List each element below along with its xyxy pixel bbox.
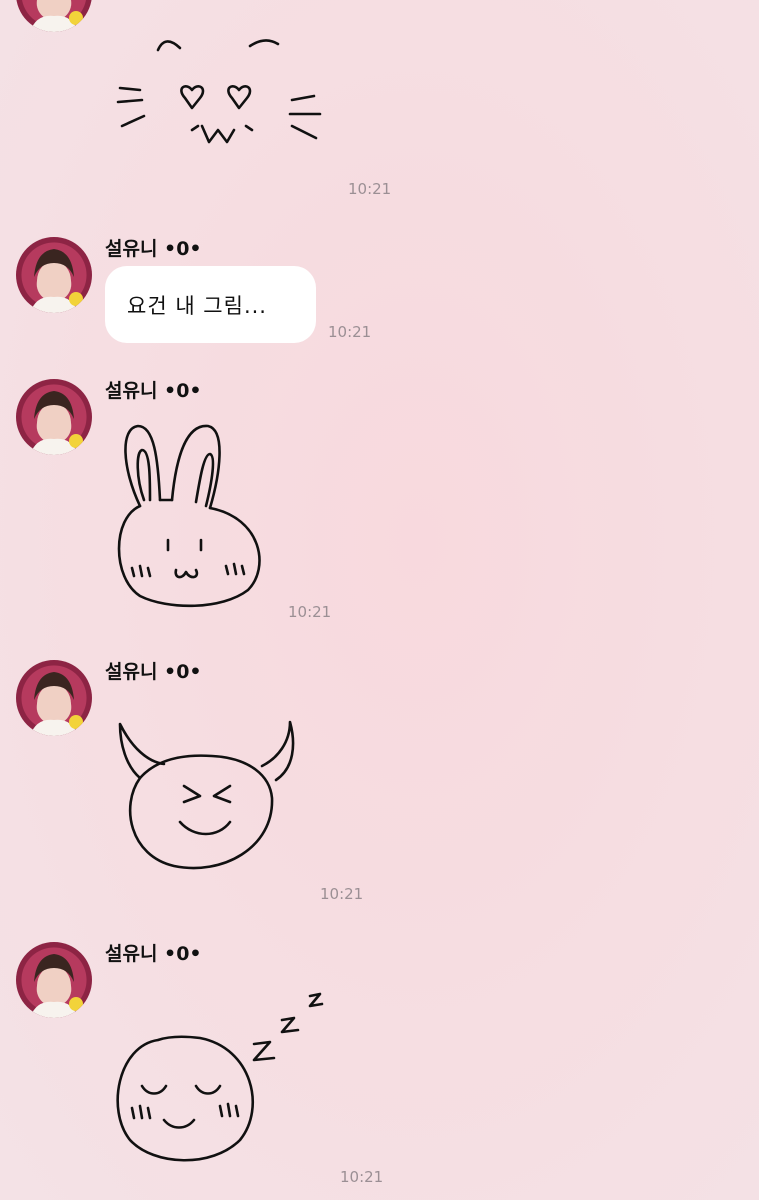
message-bubble[interactable]: 요건 내 그림...	[105, 266, 316, 343]
sender-avatar[interactable]	[16, 660, 92, 736]
sender-name: 설유니 •0•	[105, 380, 202, 402]
sender-avatar[interactable]	[16, 0, 92, 32]
avatar-photo-icon	[30, 249, 83, 313]
sender-name: 설유니 •0•	[105, 661, 202, 683]
sender-name: 설유니 •0•	[105, 238, 202, 260]
avatar-photo-icon	[30, 0, 83, 32]
message-text: 요건 내 그림...	[127, 293, 267, 318]
devil-sticker[interactable]	[112, 718, 297, 878]
message-time: 10:21	[328, 323, 372, 341]
sleeping-face-sticker[interactable]	[108, 990, 330, 1170]
sender-name: 설유니 •0•	[105, 943, 202, 965]
sender-avatar[interactable]	[16, 942, 92, 1018]
message-time: 10:21	[288, 603, 332, 621]
sender-avatar[interactable]	[16, 379, 92, 455]
message-time: 10:21	[348, 180, 392, 198]
avatar-photo-icon	[30, 391, 83, 455]
message-time: 10:21	[320, 885, 364, 903]
message-time: 10:21	[340, 1168, 384, 1186]
avatar-photo-icon	[30, 954, 83, 1018]
avatar-photo-icon	[30, 672, 83, 736]
sender-avatar[interactable]	[16, 237, 92, 313]
bunny-sticker[interactable]	[112, 418, 272, 613]
cat-hearts-sticker[interactable]	[110, 30, 330, 155]
